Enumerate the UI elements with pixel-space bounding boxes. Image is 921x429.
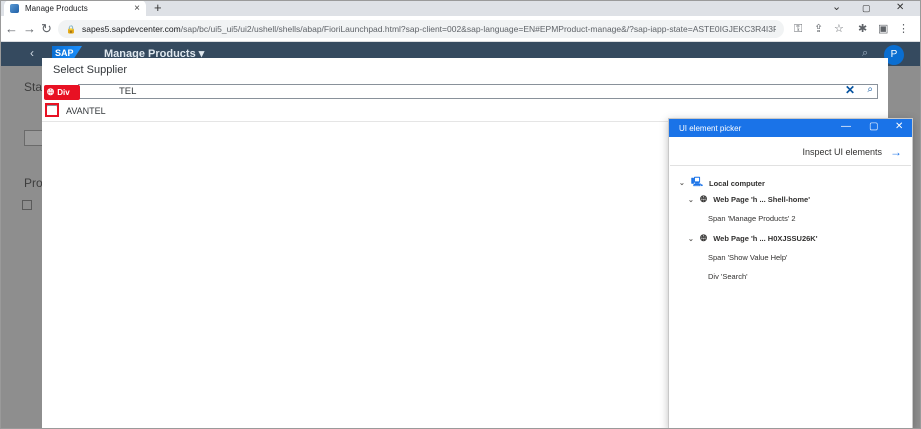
browser-tab[interactable]: Manage Products × — [4, 0, 146, 16]
window-menu-icon[interactable]: ⌄ — [832, 0, 841, 15]
inspect-ui-elements-button[interactable]: Inspect UI elements → — [802, 145, 902, 159]
globe-icon: 🌐︎ — [700, 194, 708, 204]
tree-node-span-show-value-help[interactable]: Span 'Show Value Help' — [708, 253, 787, 262]
bg-heading-text: Sta — [24, 80, 43, 94]
sidepanel-icon[interactable]: ▣ — [878, 22, 888, 36]
browser-tabstrip: Manage Products × + ⌄ ▢ ✕ — [0, 0, 921, 16]
picker-title: UI element picker — [679, 123, 742, 133]
lock-icon: 🔒 — [66, 24, 76, 34]
tree-node-span-manage-products[interactable]: Span 'Manage Products' 2 — [708, 214, 796, 223]
forward-icon[interactable]: → — [23, 21, 36, 37]
clear-search-icon[interactable]: ✕ — [845, 83, 855, 97]
picker-divider — [670, 165, 911, 166]
key-icon[interactable]: ⚿ — [794, 22, 802, 36]
more-menu-icon[interactable]: ⋮ — [898, 22, 909, 36]
picker-minimize-icon[interactable]: — — [841, 121, 851, 132]
window-close-icon[interactable]: ✕ — [896, 0, 904, 15]
extensions-icon[interactable]: ✱ — [858, 22, 867, 36]
chevron-down-icon[interactable]: ⌄ — [679, 179, 685, 187]
shell-back-icon[interactable]: ‹ — [30, 46, 34, 60]
tab-close-icon[interactable]: × — [134, 3, 140, 14]
tab-favicon-icon — [10, 3, 19, 13]
tree-node-web-page-2[interactable]: ⌄ 🌐︎ Web Page 'h ... H0XJSSU26K' — [688, 233, 818, 244]
reload-icon[interactable]: ↻ — [41, 21, 52, 37]
element-highlight-box — [45, 103, 59, 117]
window-restore-icon[interactable]: ▢ — [862, 1, 871, 16]
picker-titlebar: UI element picker — ▢ ✕ — [669, 119, 912, 137]
chevron-down-icon[interactable]: ⌄ — [688, 235, 694, 243]
chevron-down-icon[interactable]: ⌄ — [688, 196, 694, 204]
new-tab-button[interactable]: + — [154, 0, 162, 15]
element-highlight-tag: 🌐︎ Div — [44, 85, 80, 100]
highlight-tag-label: Div — [57, 88, 70, 97]
browser-toolbar: ← → ↻ 🔒 sapes5.sapdevcenter.com/sap/bc/u… — [0, 16, 921, 42]
search-input-value[interactable]: TEL — [119, 86, 136, 97]
search-icon[interactable]: ⌕ — [867, 84, 873, 95]
picker-close-icon[interactable]: ✕ — [895, 121, 903, 132]
ui-element-picker-window: UI element picker — ▢ ✕ Inspect UI eleme… — [668, 118, 913, 429]
tree-node-div-search[interactable]: Div 'Search' — [708, 272, 748, 281]
address-bar[interactable]: 🔒 sapes5.sapdevcenter.com/sap/bc/ui5_ui5… — [58, 20, 784, 38]
bg-input — [24, 130, 44, 146]
tree-node-local-computer[interactable]: ⌄ 🖳 Local computer — [679, 175, 765, 191]
dialog-title: Select Supplier — [53, 64, 127, 76]
bg-section-text: Pro — [24, 176, 43, 190]
globe-icon: 🌐︎ — [700, 233, 708, 243]
share-icon[interactable]: ⇪ — [814, 22, 823, 36]
supplier-name: AVANTEL — [66, 106, 106, 116]
back-icon[interactable]: ← — [5, 21, 18, 37]
url-text: sapes5.sapdevcenter.com/sap/bc/ui5_ui5/u… — [81, 24, 776, 34]
arrow-right-icon: → — [890, 145, 902, 159]
tab-title: Manage Products — [25, 3, 88, 13]
supplier-search-field[interactable]: TEL ✕ ⌕ — [78, 83, 878, 99]
computer-icon: 🖳 — [691, 177, 704, 187]
inspect-label: Inspect UI elements — [802, 147, 882, 157]
bg-checkbox — [22, 200, 32, 210]
globe-icon: 🌐︎ — [47, 87, 55, 97]
bookmark-star-icon[interactable]: ☆ — [834, 22, 844, 36]
tree-node-web-page-1[interactable]: ⌄ 🌐︎ Web Page 'h ... Shell-home' — [688, 194, 810, 205]
picker-maximize-icon[interactable]: ▢ — [869, 121, 878, 132]
